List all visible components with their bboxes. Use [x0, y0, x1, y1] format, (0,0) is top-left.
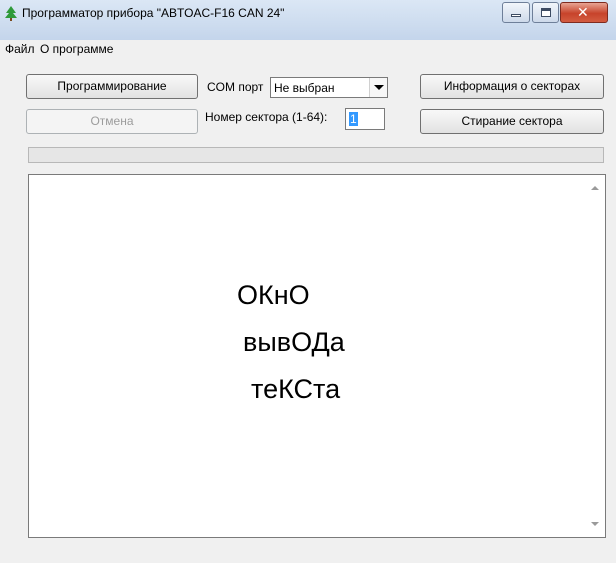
com-port-value: Не выбран — [274, 81, 335, 95]
com-port-label: COM порт — [207, 80, 264, 94]
minimize-icon — [511, 14, 521, 17]
sector-number-input[interactable]: 1 — [345, 108, 385, 130]
maximize-button[interactable] — [532, 2, 559, 23]
menu-bar: Файл О программе — [0, 40, 616, 58]
app-window: Программатор прибора "ABTOAC-F16 CAN 24"… — [0, 0, 616, 563]
status-bar — [0, 540, 616, 563]
window-title: Программатор прибора "ABTOAC-F16 CAN 24" — [22, 6, 285, 20]
menu-about[interactable]: О программе — [40, 42, 113, 56]
sector-number-value: 1 — [349, 112, 358, 126]
program-button[interactable]: Программирование — [26, 74, 198, 99]
title-bar[interactable]: Программатор прибора "ABTOAC-F16 CAN 24"… — [0, 0, 616, 40]
minimize-button[interactable] — [502, 2, 530, 23]
sector-info-button[interactable]: Информация о секторах — [420, 74, 604, 99]
output-line: ОКнО — [237, 280, 310, 310]
vertical-scrollbar[interactable] — [588, 175, 605, 537]
output-line: теКСта — [251, 374, 341, 404]
com-port-select[interactable]: Не выбран — [270, 77, 388, 98]
chevron-down-icon[interactable] — [369, 78, 387, 97]
output-line: вывОДа — [243, 327, 345, 357]
progress-bar — [28, 147, 604, 163]
maximize-icon — [541, 8, 551, 17]
erase-sector-button[interactable]: Стирание сектора — [420, 109, 604, 134]
caption-buttons: ✕ — [496, 2, 616, 24]
tree-app-icon — [5, 6, 17, 21]
close-icon: ✕ — [577, 4, 589, 20]
sector-number-label: Номер сектора (1-64): — [205, 110, 328, 124]
scroll-down-icon[interactable] — [591, 522, 599, 526]
close-button[interactable]: ✕ — [560, 2, 608, 23]
cancel-button[interactable]: Отмена — [26, 109, 198, 134]
menu-file[interactable]: Файл — [5, 42, 35, 56]
scroll-up-icon[interactable] — [591, 186, 599, 190]
output-text-area[interactable]: ОКнО вывОДа теКСта — [28, 174, 606, 538]
